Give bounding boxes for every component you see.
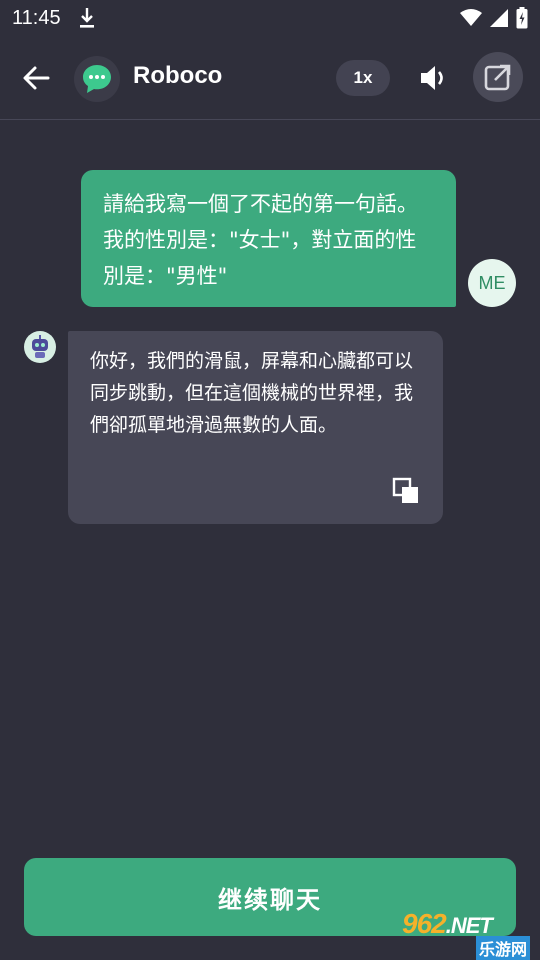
status-bar: 11:45 (0, 0, 540, 36)
status-time: 11:45 (12, 6, 61, 29)
watermark-logo: 962.NET 乐游网 (398, 908, 538, 960)
volume-button[interactable] (414, 60, 454, 96)
playback-speed-button[interactable]: 1x (336, 60, 390, 96)
battery-icon (516, 7, 528, 29)
bot-logo (74, 56, 120, 102)
status-icons (460, 7, 528, 29)
user-avatar: ME (468, 259, 516, 307)
copy-button[interactable] (391, 476, 421, 506)
download-icon (79, 8, 94, 28)
watermark-site: 乐游网 (476, 936, 531, 960)
wifi-icon (460, 9, 482, 26)
signal-icon (490, 9, 508, 27)
user-message-bubble: 請給我寫一個了不起的第一句話。 我的性別是："女士"，對立面的性別是："男性" (81, 170, 456, 307)
share-icon (484, 64, 511, 91)
robot-icon (32, 335, 48, 358)
bot-message-bubble: 你好，我們的滑鼠，屏幕和心臟都可以同步跳動，但在這個機械的世界裡，我們卻孤單地滑… (68, 331, 443, 524)
back-button[interactable] (20, 62, 52, 94)
bot-message-text: 你好，我們的滑鼠，屏幕和心臟都可以同步跳動，但在這個機械的世界裡，我們卻孤單地滑… (90, 350, 414, 436)
back-arrow-icon (23, 66, 50, 90)
app-bar: Roboco 1x (0, 36, 540, 120)
copy-icon (392, 477, 418, 503)
share-button[interactable] (473, 52, 523, 102)
app-title: Roboco (133, 62, 223, 89)
volume-icon (421, 66, 443, 90)
bot-avatar (24, 331, 56, 363)
chat-bubble-icon (83, 65, 111, 93)
